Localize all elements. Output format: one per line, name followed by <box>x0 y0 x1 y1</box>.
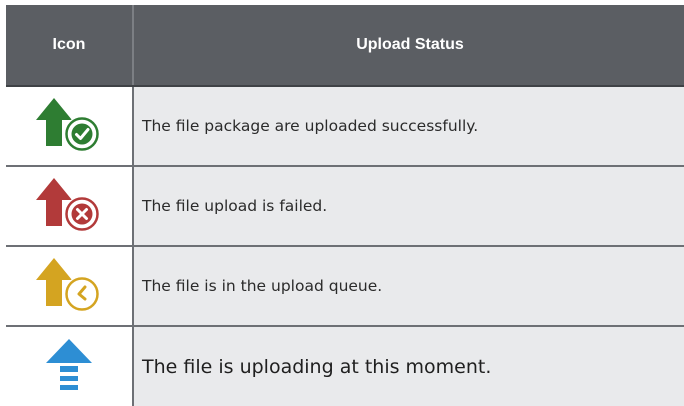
status-cell: The file is in the upload queue. <box>134 247 684 325</box>
header-cell-status: Upload Status <box>134 5 684 85</box>
status-text: The file is uploading at this moment. <box>142 355 492 378</box>
status-text: The file upload is failed. <box>142 197 328 215</box>
upload-status-table: Icon Upload Status The file package are … <box>6 5 684 406</box>
status-text: The file package are uploaded successful… <box>142 117 479 135</box>
upload-success-icon <box>36 98 100 152</box>
icon-cell <box>6 167 134 245</box>
icon-cell <box>6 87 134 165</box>
status-cell: The file package are uploaded successful… <box>134 87 684 165</box>
table-row: The file is in the upload queue. <box>6 247 684 327</box>
table-row: The file upload is failed. <box>6 167 684 247</box>
header-cell-icon: Icon <box>6 5 134 85</box>
upload-failed-icon <box>36 178 100 232</box>
upload-queued-icon <box>36 258 100 312</box>
icon-cell <box>6 247 134 325</box>
status-cell: The file is uploading at this moment. <box>134 327 684 406</box>
header-icon-label: Icon <box>52 36 86 53</box>
status-text: The file is in the upload queue. <box>142 277 383 295</box>
header-status-label: Upload Status <box>356 36 464 53</box>
table-row: The file is uploading at this moment. <box>6 327 684 406</box>
status-cell: The file upload is failed. <box>134 167 684 245</box>
table-header-row: Icon Upload Status <box>6 5 684 87</box>
table-row: The file package are uploaded successful… <box>6 87 684 167</box>
icon-cell <box>6 327 134 406</box>
uploading-icon <box>46 338 92 390</box>
